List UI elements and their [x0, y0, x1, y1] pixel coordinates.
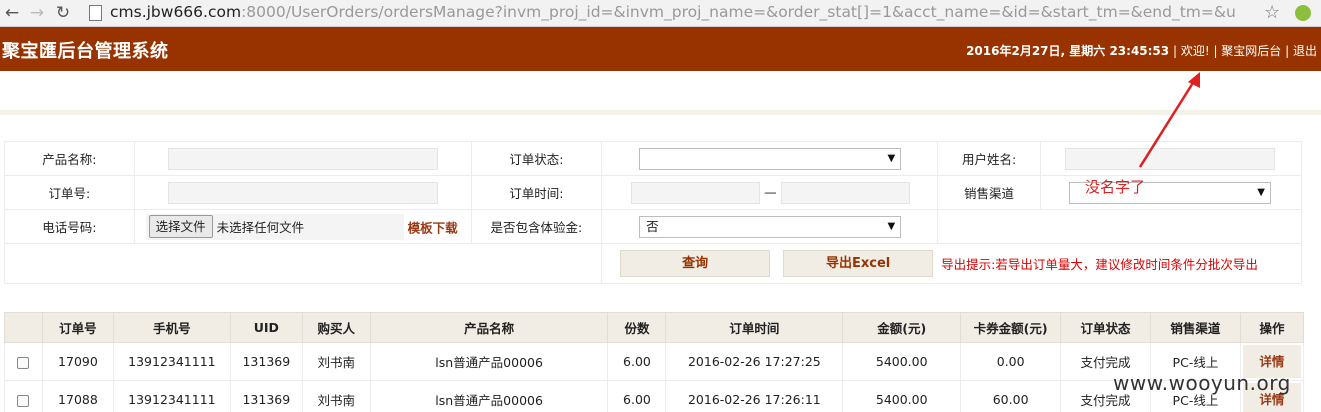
experience-value: 否: [646, 218, 659, 234]
time-range-dash: —: [764, 184, 777, 199]
cell-product: lsn普通产品00006: [369, 380, 609, 412]
search-form: 产品名称: 订单状态: ▼ 用户姓名: 订单号: 订单时间: — 销售渠道 ▼ …: [3, 141, 1302, 284]
experience-label: 是否包含体验金:: [470, 209, 603, 244]
browser-toolbar: ← → ↻ cms.jbw666.com:8000/UserOrders/ord…: [0, 0, 1321, 27]
header-datetime: 2016年2月27日, 星期六 23:45:53: [966, 44, 1170, 58]
order-status-label: 订单状态:: [470, 141, 603, 176]
url-path: :8000/UserOrders/ordersManage?invm_proj_…: [241, 3, 1236, 21]
chevron-down-icon: ▼: [887, 220, 896, 232]
cell-order-id: 17090: [41, 342, 114, 381]
home-icon[interactable]: [62, 3, 82, 23]
separator: |: [1169, 44, 1181, 58]
separator: |: [1281, 44, 1293, 58]
column-header: 产品名称: [369, 312, 609, 343]
order-time-label: 订单时间:: [470, 175, 603, 210]
order-no-input[interactable]: [167, 181, 438, 204]
table-row: 17088 13912341111 131369 刘书南 lsn普通产品0000…: [4, 380, 1305, 412]
welcome-text: 欢迎!: [1180, 44, 1210, 58]
cell-qty: 6.00: [607, 342, 667, 381]
table-row: 17090 13912341111 131369 刘书南 lsn普通产品0000…: [4, 342, 1305, 381]
cell-phone: 13912341111: [112, 380, 231, 412]
column-header: 手机号: [112, 312, 231, 343]
cell-uid: 131369: [229, 380, 303, 412]
cell-uid: 131369: [229, 342, 303, 381]
export-excel-button[interactable]: 导出Excel: [783, 250, 934, 277]
logout-link[interactable]: 退出: [1293, 44, 1317, 58]
phone-file-input[interactable]: 选择文件 未选择任何文件: [145, 213, 404, 240]
address-bar[interactable]: cms.jbw666.com:8000/UserOrders/ordersMan…: [110, 1, 1290, 25]
column-header: UID: [229, 312, 303, 343]
product-name-label: 产品名称:: [4, 141, 135, 176]
column-header: 份数: [607, 312, 667, 343]
choose-file-button[interactable]: 选择文件: [148, 214, 213, 238]
site-backend-link[interactable]: 聚宝网后台: [1221, 44, 1281, 58]
column-header: 订单号: [41, 312, 114, 343]
back-icon[interactable]: ←: [2, 3, 22, 23]
column-header: 卡券金额(元): [960, 312, 1062, 343]
start-time-input[interactable]: [631, 181, 761, 204]
row-checkbox[interactable]: [17, 394, 30, 407]
watermark: www.wooyun.org: [1113, 371, 1291, 395]
chevron-down-icon: ▼: [887, 152, 896, 164]
column-header: 销售渠道: [1149, 312, 1241, 343]
annotation-note: 没名字了: [1085, 178, 1146, 196]
divider-band: [0, 110, 1321, 115]
cell-buyer: 刘书南: [301, 342, 371, 381]
template-download-link[interactable]: 模板下载: [408, 220, 458, 235]
annotation-arrow-icon: [1138, 72, 1200, 168]
app-title: 聚宝匯后台管理系统: [2, 41, 169, 62]
cell-phone: 13912341111: [112, 342, 231, 381]
extension-icon[interactable]: [1295, 5, 1311, 21]
select-all-header: [4, 312, 43, 343]
header-user-bar: 2016年2月27日, 星期六 23:45:53 | 欢迎! | 聚宝网后台 |…: [966, 42, 1317, 59]
query-button[interactable]: 查询: [620, 250, 771, 277]
username-label: 用户姓名:: [937, 141, 1041, 176]
cell-order-id: 17088: [41, 380, 114, 412]
cell-coupon: 60.00: [960, 380, 1062, 412]
phone-label: 电话号码:: [4, 209, 135, 244]
cell-time: 2016-02-26 17:27:25: [665, 342, 844, 381]
table-header-row: 订单号 手机号 UID 购买人 产品名称 份数 订单时间 金额(元) 卡券金额(…: [4, 312, 1305, 343]
chevron-down-icon: ▼: [1257, 186, 1265, 198]
row-checkbox[interactable]: [17, 356, 30, 369]
export-hint: 导出提示:若导出订单量大，建议修改时间条件分批次导出: [941, 257, 1258, 272]
app-header: 聚宝匯后台管理系统 2016年2月27日, 星期六 23:45:53 | 欢迎!…: [0, 27, 1321, 71]
cell-product: lsn普通产品00006: [369, 342, 609, 381]
cell-amount: 5400.00: [842, 342, 962, 381]
order-status-select[interactable]: ▼: [639, 147, 902, 170]
cell-time: 2016-02-26 17:26:11: [665, 380, 844, 412]
product-name-input[interactable]: [167, 147, 438, 170]
cell-amount: 5400.00: [842, 380, 962, 412]
column-header: 订单时间: [665, 312, 844, 343]
channel-label: 销售渠道: [937, 175, 1041, 210]
cell-qty: 6.00: [607, 380, 667, 412]
cell-coupon: 0.00: [960, 342, 1062, 381]
end-time-input[interactable]: [780, 181, 910, 204]
column-header: 订单状态: [1060, 312, 1151, 343]
experience-select[interactable]: 否 ▼: [639, 215, 902, 238]
forward-icon[interactable]: →: [27, 3, 47, 23]
separator: |: [1209, 44, 1222, 58]
order-no-label: 订单号:: [4, 175, 135, 210]
orders-table: 订单号 手机号 UID 购买人 产品名称 份数 订单时间 金额(元) 卡券金额(…: [4, 312, 1305, 412]
file-status: 未选择任何文件: [216, 219, 305, 235]
column-header: 操作: [1239, 312, 1305, 343]
url-host: cms.jbw666.com: [110, 3, 242, 21]
column-header: 金额(元): [842, 312, 962, 343]
column-header: 购买人: [301, 312, 371, 343]
bookmark-star-icon[interactable]: ☆: [1264, 2, 1280, 23]
cell-buyer: 刘书南: [301, 380, 371, 412]
page-icon: [89, 5, 102, 21]
